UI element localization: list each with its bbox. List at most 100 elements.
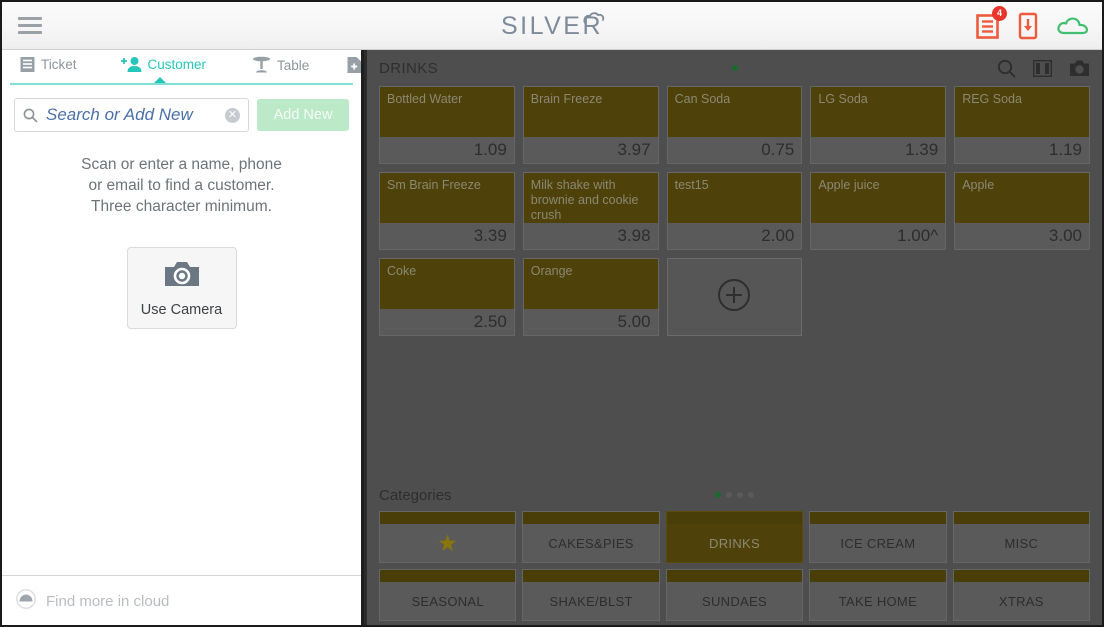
item-tile[interactable]: test15 2.00 <box>666 172 803 250</box>
brand-logo: SILVER <box>2 2 1102 50</box>
category-color-stripe <box>666 570 803 582</box>
categories-header: Categories <box>367 479 1102 511</box>
item-tile[interactable]: Orange 5.00 <box>522 258 659 336</box>
item-name: Milk shake with brownie and cookie crush <box>530 178 639 222</box>
item-tile[interactable]: Can Soda 0.75 <box>666 86 803 164</box>
panel-tabs: Ticket Customer Table <box>2 50 361 85</box>
item-tile-top: Sm Brain Freeze <box>380 173 514 223</box>
category-tile[interactable]: SEASONAL <box>379 569 517 621</box>
category-tile[interactable]: DRINKS <box>665 511 804 563</box>
item-price: 1.00^ <box>897 226 939 245</box>
app-header: SILVER 4 <box>2 2 1102 50</box>
use-camera-button[interactable]: Use Camera <box>126 247 237 329</box>
category-tile[interactable]: XTRAS <box>952 569 1090 621</box>
hint-line-3: Three character minimum. <box>91 198 272 215</box>
item-tile-bottom: 1.19 <box>955 137 1089 163</box>
search-icon[interactable] <box>997 59 1016 78</box>
tab-table[interactable]: Table <box>246 56 315 74</box>
item-name: Coke <box>387 264 417 278</box>
customer-search-row: Search or Add New ✕ Add New <box>2 84 361 132</box>
category-tile[interactable]: ICE CREAM <box>809 511 947 563</box>
category-tile[interactable]: TAKE HOME <box>809 569 947 621</box>
item-tile-top: Orange <box>523 259 658 309</box>
table-icon <box>252 56 271 74</box>
search-icon <box>23 108 38 123</box>
category-color-stripe <box>953 570 1089 582</box>
item-name: LG Soda <box>818 92 868 106</box>
clear-circle-icon[interactable]: ✕ <box>225 107 240 123</box>
item-tile[interactable]: Apple juice 1.00^ <box>810 172 947 250</box>
item-tile-top: Apple <box>955 173 1089 223</box>
tab-info[interactable]: Info <box>341 56 361 74</box>
search-input-wrapper[interactable]: Search or Add New ✕ <box>14 98 249 132</box>
add-new-button[interactable]: Add New <box>257 99 349 131</box>
tabs-underline <box>10 83 353 85</box>
category-tile[interactable]: SUNDAES <box>665 569 804 621</box>
page-dot[interactable] <box>737 492 743 498</box>
category-label: SUNDAES <box>702 593 767 609</box>
camera-icon[interactable] <box>1069 59 1090 77</box>
item-tile[interactable]: REG Soda 1.19 <box>954 86 1090 164</box>
tab-customer[interactable]: Customer <box>115 56 213 73</box>
item-tile[interactable]: Bottled Water 1.09 <box>379 86 515 164</box>
item-tile[interactable]: Apple 3.00 <box>954 172 1090 250</box>
item-name: Can Soda <box>674 92 731 106</box>
open-tickets-icon[interactable]: 4 <box>975 5 1007 40</box>
columns-layout-icon[interactable] <box>1032 59 1053 77</box>
item-price: 3.39 <box>473 226 507 245</box>
category-color-stripe <box>523 512 659 524</box>
header-icon-group: 4 <box>975 2 1090 50</box>
item-tile-bottom: 1.39 <box>811 137 946 163</box>
item-tile[interactable]: Brain Freeze 3.97 <box>522 86 659 164</box>
item-price: 2.00 <box>761 226 795 245</box>
item-tile-top: LG Soda <box>811 87 946 137</box>
page-dot[interactable] <box>726 492 732 498</box>
page-dot[interactable] <box>715 492 721 498</box>
hamburger-menu-icon[interactable] <box>2 2 58 50</box>
item-tile-bottom: 3.00 <box>955 223 1089 249</box>
category-label: ICE CREAM <box>840 535 916 551</box>
item-price: 1.09 <box>473 140 507 159</box>
item-price: 0.75 <box>761 140 795 159</box>
cash-drawer-icon[interactable] <box>1018 12 1038 40</box>
item-name: REG Soda <box>962 92 1022 106</box>
category-grid: ★ CAKES&PIES DRINKS ICE CREAM MISC SEASONAL SH… <box>367 511 1102 625</box>
add-item-tile[interactable] <box>666 258 803 336</box>
item-name: Sm Brain Freeze <box>387 178 481 192</box>
categories-title: Categories <box>379 486 452 504</box>
category-tile[interactable]: ★ <box>379 511 517 563</box>
tab-ticket[interactable]: Ticket <box>14 56 83 73</box>
category-color-stripe <box>523 570 659 582</box>
item-tile[interactable]: Sm Brain Freeze 3.39 <box>379 172 515 250</box>
plus-circle-icon <box>717 278 751 317</box>
item-tile[interactable]: LG Soda 1.39 <box>810 86 947 164</box>
item-tile-top: Apple juice <box>811 173 946 223</box>
category-tile[interactable]: MISC <box>952 511 1090 563</box>
search-input[interactable]: Search or Add New <box>46 105 225 125</box>
item-grid: Bottled Water 1.09 Brain Freeze 3.97 Can Sod… <box>367 86 1102 336</box>
page-dot[interactable] <box>748 492 754 498</box>
category-label: CAKES&PIES <box>548 535 634 551</box>
item-tile-top: Bottled Water <box>380 87 514 137</box>
category-color-stripe <box>810 570 946 582</box>
category-label: SEASONAL <box>411 593 484 609</box>
item-tile[interactable]: Coke 2.50 <box>379 258 515 336</box>
find-more-in-cloud-row[interactable]: Find more in cloud <box>2 575 361 625</box>
find-more-in-cloud-label: Find more in cloud <box>46 593 170 610</box>
cloud-icon <box>16 589 36 614</box>
item-tile-bottom: 0.75 <box>667 137 802 163</box>
item-tile-bottom: 3.39 <box>380 223 514 249</box>
category-tile[interactable]: CAKES&PIES <box>522 511 660 563</box>
item-price: 3.00 <box>1048 226 1082 245</box>
item-price: 2.50 <box>473 312 507 331</box>
category-label: ★ <box>380 524 515 562</box>
cloud-sync-icon[interactable] <box>1056 14 1090 38</box>
item-tile-top: Coke <box>380 259 514 309</box>
category-tile[interactable]: SHAKE/BLST <box>522 569 660 621</box>
star-icon: ★ <box>437 529 459 556</box>
category-label: MISC <box>1004 535 1039 551</box>
item-tile[interactable]: Milk shake with brownie and cookie crush… <box>522 172 659 250</box>
item-name: Orange <box>530 264 573 278</box>
receipt-icon <box>20 56 35 73</box>
item-price: 1.39 <box>905 140 939 159</box>
